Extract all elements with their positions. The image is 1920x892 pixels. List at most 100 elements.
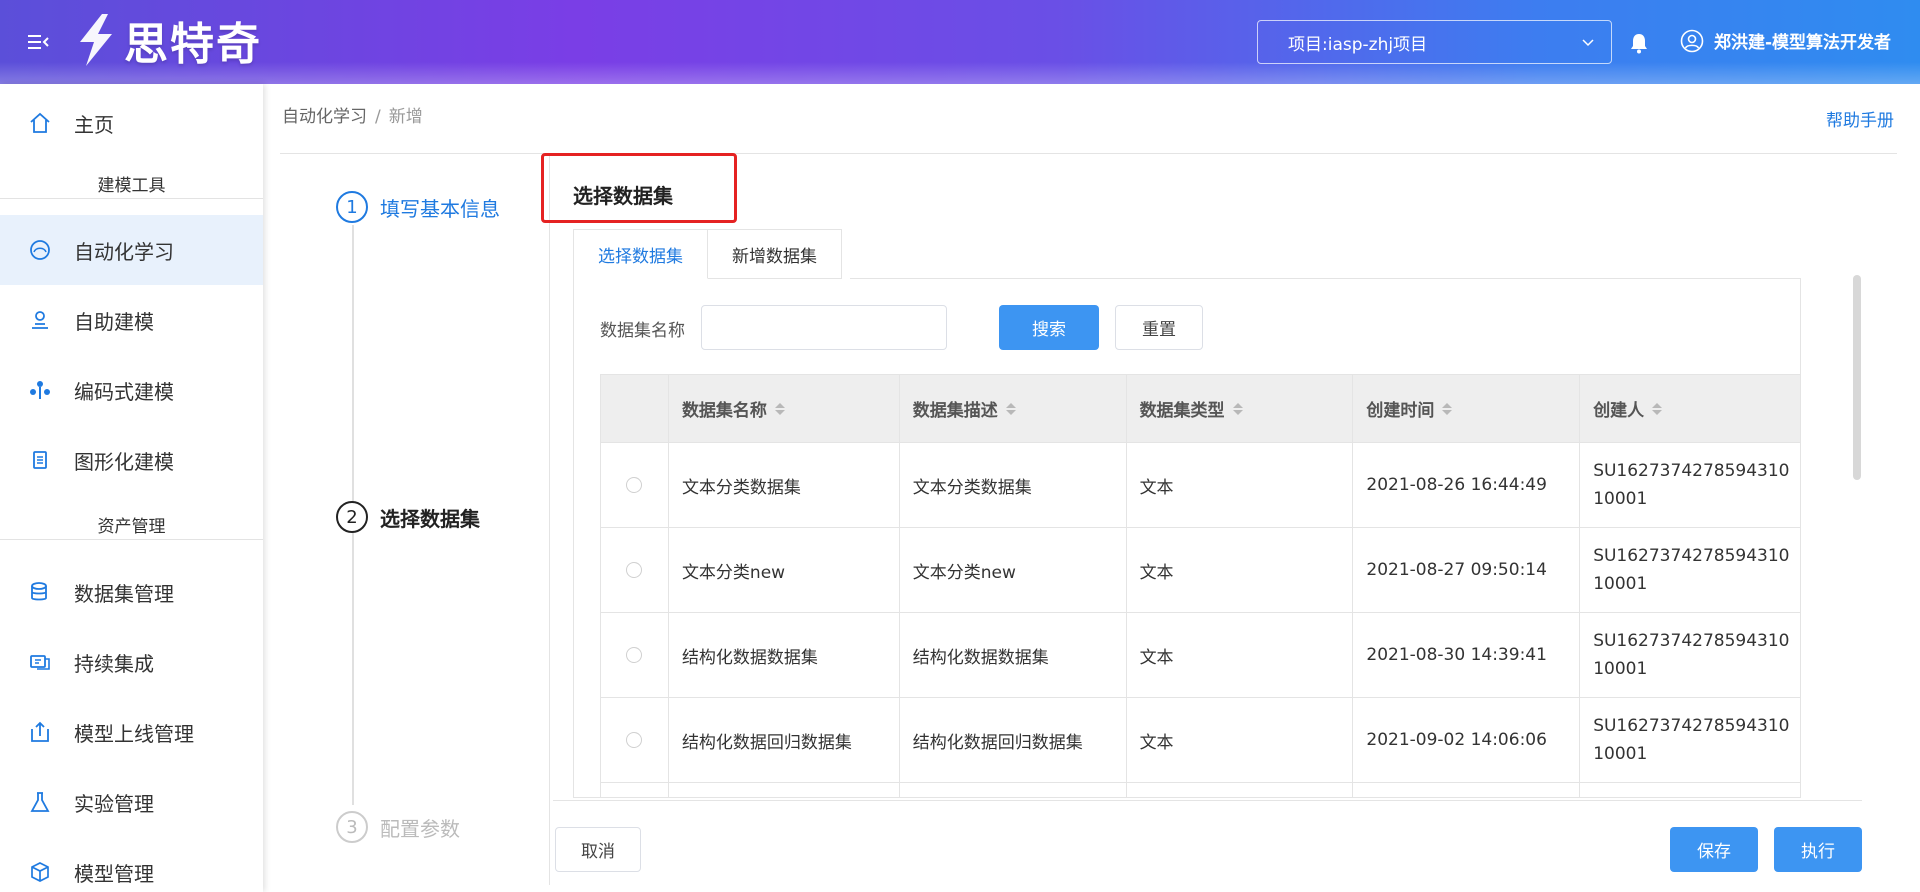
header-creator[interactable]: 创建人 [1580, 375, 1800, 442]
step-label: 配置参数 [380, 816, 460, 841]
header-name[interactable]: 数据集名称 [669, 375, 900, 442]
cell-time: 2021-08-27 09:50:14 [1353, 528, 1581, 612]
cell-creator: SU162737427859431010001 [1580, 443, 1800, 527]
table-row[interactable]: 结构化数据回归数据集 结构化数据回归数据集 文本 2021-09-02 14:0… [601, 698, 1800, 783]
table-row[interactable]: 结构化数据数据集 结构化数据数据集 文本 2021-08-30 14:39:41… [601, 613, 1800, 698]
breadcrumb-parent[interactable]: 自动化学习 [282, 107, 367, 127]
step-number: 1 [336, 191, 368, 223]
row-select-cell [601, 443, 669, 527]
cell-desc: 结构化数据回归数据集 [900, 698, 1127, 782]
sidebar-item-code-modeling[interactable]: 编码式建模 [0, 355, 263, 425]
column-label: 数据集类型 [1139, 401, 1225, 421]
save-button[interactable]: 保存 [1670, 827, 1758, 872]
user-build-icon [28, 308, 52, 332]
step-label: 填写基本信息 [380, 196, 500, 221]
sidebar-item-label: 主页 [74, 112, 114, 137]
help-manual-link[interactable]: 帮助手册 [1826, 106, 1894, 131]
row-radio[interactable] [626, 562, 643, 578]
sidebar-item-label: 图形化建模 [74, 449, 174, 474]
cell-time: 2021-09-02 14:06:06 [1353, 698, 1581, 782]
column-label: 数据集描述 [912, 401, 998, 421]
row-radio[interactable] [626, 477, 643, 493]
logo-bolt-icon [80, 14, 112, 66]
execute-button[interactable]: 执行 [1774, 827, 1862, 872]
database-icon [28, 580, 52, 604]
sidebar-item-label: 模型上线管理 [74, 721, 194, 746]
sidebar-item-home[interactable]: 主页 [0, 88, 263, 158]
sidebar-item-label: 模型管理 [74, 861, 154, 886]
step-2[interactable]: 2 选择数据集 [336, 501, 480, 533]
sort-icon[interactable] [774, 402, 785, 415]
header-desc[interactable]: 数据集描述 [900, 375, 1127, 442]
sidebar-item-label: 编码式建模 [74, 379, 174, 404]
cell-type: 文本 [1127, 528, 1354, 612]
user-avatar-icon [1680, 29, 1704, 52]
dashboard-icon [28, 238, 52, 262]
home-icon [28, 111, 52, 135]
search-label: 数据集名称 [600, 321, 685, 341]
chevron-down-icon [1582, 39, 1594, 47]
reset-button[interactable]: 重置 [1115, 305, 1203, 350]
cell-type: 文本 [1127, 613, 1354, 697]
tab-bar: 选择数据集 新增数据集 [573, 229, 842, 279]
sort-icon[interactable] [1232, 402, 1243, 415]
sidebar-group-modeling: 建模工具 [0, 168, 263, 199]
project-select[interactable]: 项目:iasp-zhj项目 [1257, 20, 1612, 64]
sidebar-item-model-online[interactable]: 模型上线管理 [0, 697, 263, 767]
cell-name: 结构化数据数据集 [669, 613, 900, 697]
sidebar-item-ci[interactable]: 持续集成 [0, 627, 263, 697]
sort-icon[interactable] [1005, 402, 1016, 415]
cancel-button[interactable]: 取消 [555, 827, 641, 872]
user-name: 郑洪建-模型算法开发者 [1714, 33, 1892, 53]
column-label: 创建时间 [1366, 401, 1435, 421]
divider [280, 153, 1897, 154]
table-row[interactable]: 文本分类new 文本分类new 文本 2021-08-27 09:50:14 S… [601, 528, 1800, 613]
sidebar-item-experiment[interactable]: 实验管理 [0, 767, 263, 837]
sidebar-group-label: 建模工具 [97, 175, 166, 196]
tab-new-dataset[interactable]: 新增数据集 [708, 229, 842, 279]
row-select-cell [601, 698, 669, 782]
search-button[interactable]: 搜索 [999, 305, 1099, 350]
sidebar-item-label: 自动化学习 [74, 239, 174, 264]
cell-desc: 文本分类new [900, 528, 1127, 612]
column-label: 数据集名称 [681, 401, 767, 421]
step-3[interactable]: 3 配置参数 [336, 811, 460, 843]
header-time[interactable]: 创建时间 [1353, 375, 1581, 442]
integration-icon [28, 650, 52, 674]
sidebar-item-graph-modeling[interactable]: 图形化建模 [0, 425, 263, 495]
sort-icon[interactable] [1442, 402, 1453, 415]
column-label: 创建人 [1593, 401, 1645, 421]
network-icon [28, 378, 52, 402]
logo: 思特奇 [72, 10, 262, 70]
header-type[interactable]: 数据集类型 [1127, 375, 1354, 442]
table-row[interactable] [601, 783, 1800, 797]
top-header: 思特奇 项目:iasp-zhj项目 郑洪建-模型算法开发者 [0, 0, 1920, 84]
sidebar: 主页 建模工具 自动化学习 自助建模 编码式建模 图形化建模 资产管理 数据集管… [0, 84, 263, 892]
step-1[interactable]: 1 填写基本信息 [336, 191, 500, 223]
cell-creator: SU162737427859431010001 [1580, 613, 1800, 697]
vertical-scrollbar[interactable] [1853, 275, 1861, 480]
menu-fold-icon[interactable] [28, 32, 50, 52]
row-select-cell [601, 528, 669, 612]
sidebar-item-model-mgmt[interactable]: 模型管理 [0, 837, 263, 892]
sidebar-item-dataset-mgmt[interactable]: 数据集管理 [0, 557, 263, 627]
table-row[interactable]: 文本分类数据集 文本分类数据集 文本 2021-08-26 16:44:49 S… [601, 443, 1800, 528]
header-select-cell [601, 375, 669, 442]
sort-icon[interactable] [1652, 402, 1663, 415]
sidebar-item-self-modeling[interactable]: 自助建模 [0, 285, 263, 355]
dataset-name-input[interactable] [701, 305, 947, 350]
table-header: 数据集名称 数据集描述 数据集类型 创建时间 创建人 [601, 375, 1800, 443]
row-select-cell [601, 783, 669, 797]
tab-select-dataset[interactable]: 选择数据集 [573, 229, 708, 279]
user-menu[interactable]: 郑洪建-模型算法开发者 [1680, 28, 1891, 53]
row-radio[interactable] [626, 647, 643, 663]
sidebar-item-label: 数据集管理 [74, 581, 174, 606]
sidebar-item-label: 实验管理 [74, 791, 154, 816]
bell-icon[interactable] [1628, 32, 1650, 54]
upload-icon [28, 720, 52, 744]
row-radio[interactable] [626, 732, 643, 748]
sidebar-item-automl[interactable]: 自动化学习 [0, 215, 263, 285]
cell-type [1127, 783, 1354, 797]
row-select-cell [601, 613, 669, 697]
cell-name: 文本分类new [669, 528, 900, 612]
